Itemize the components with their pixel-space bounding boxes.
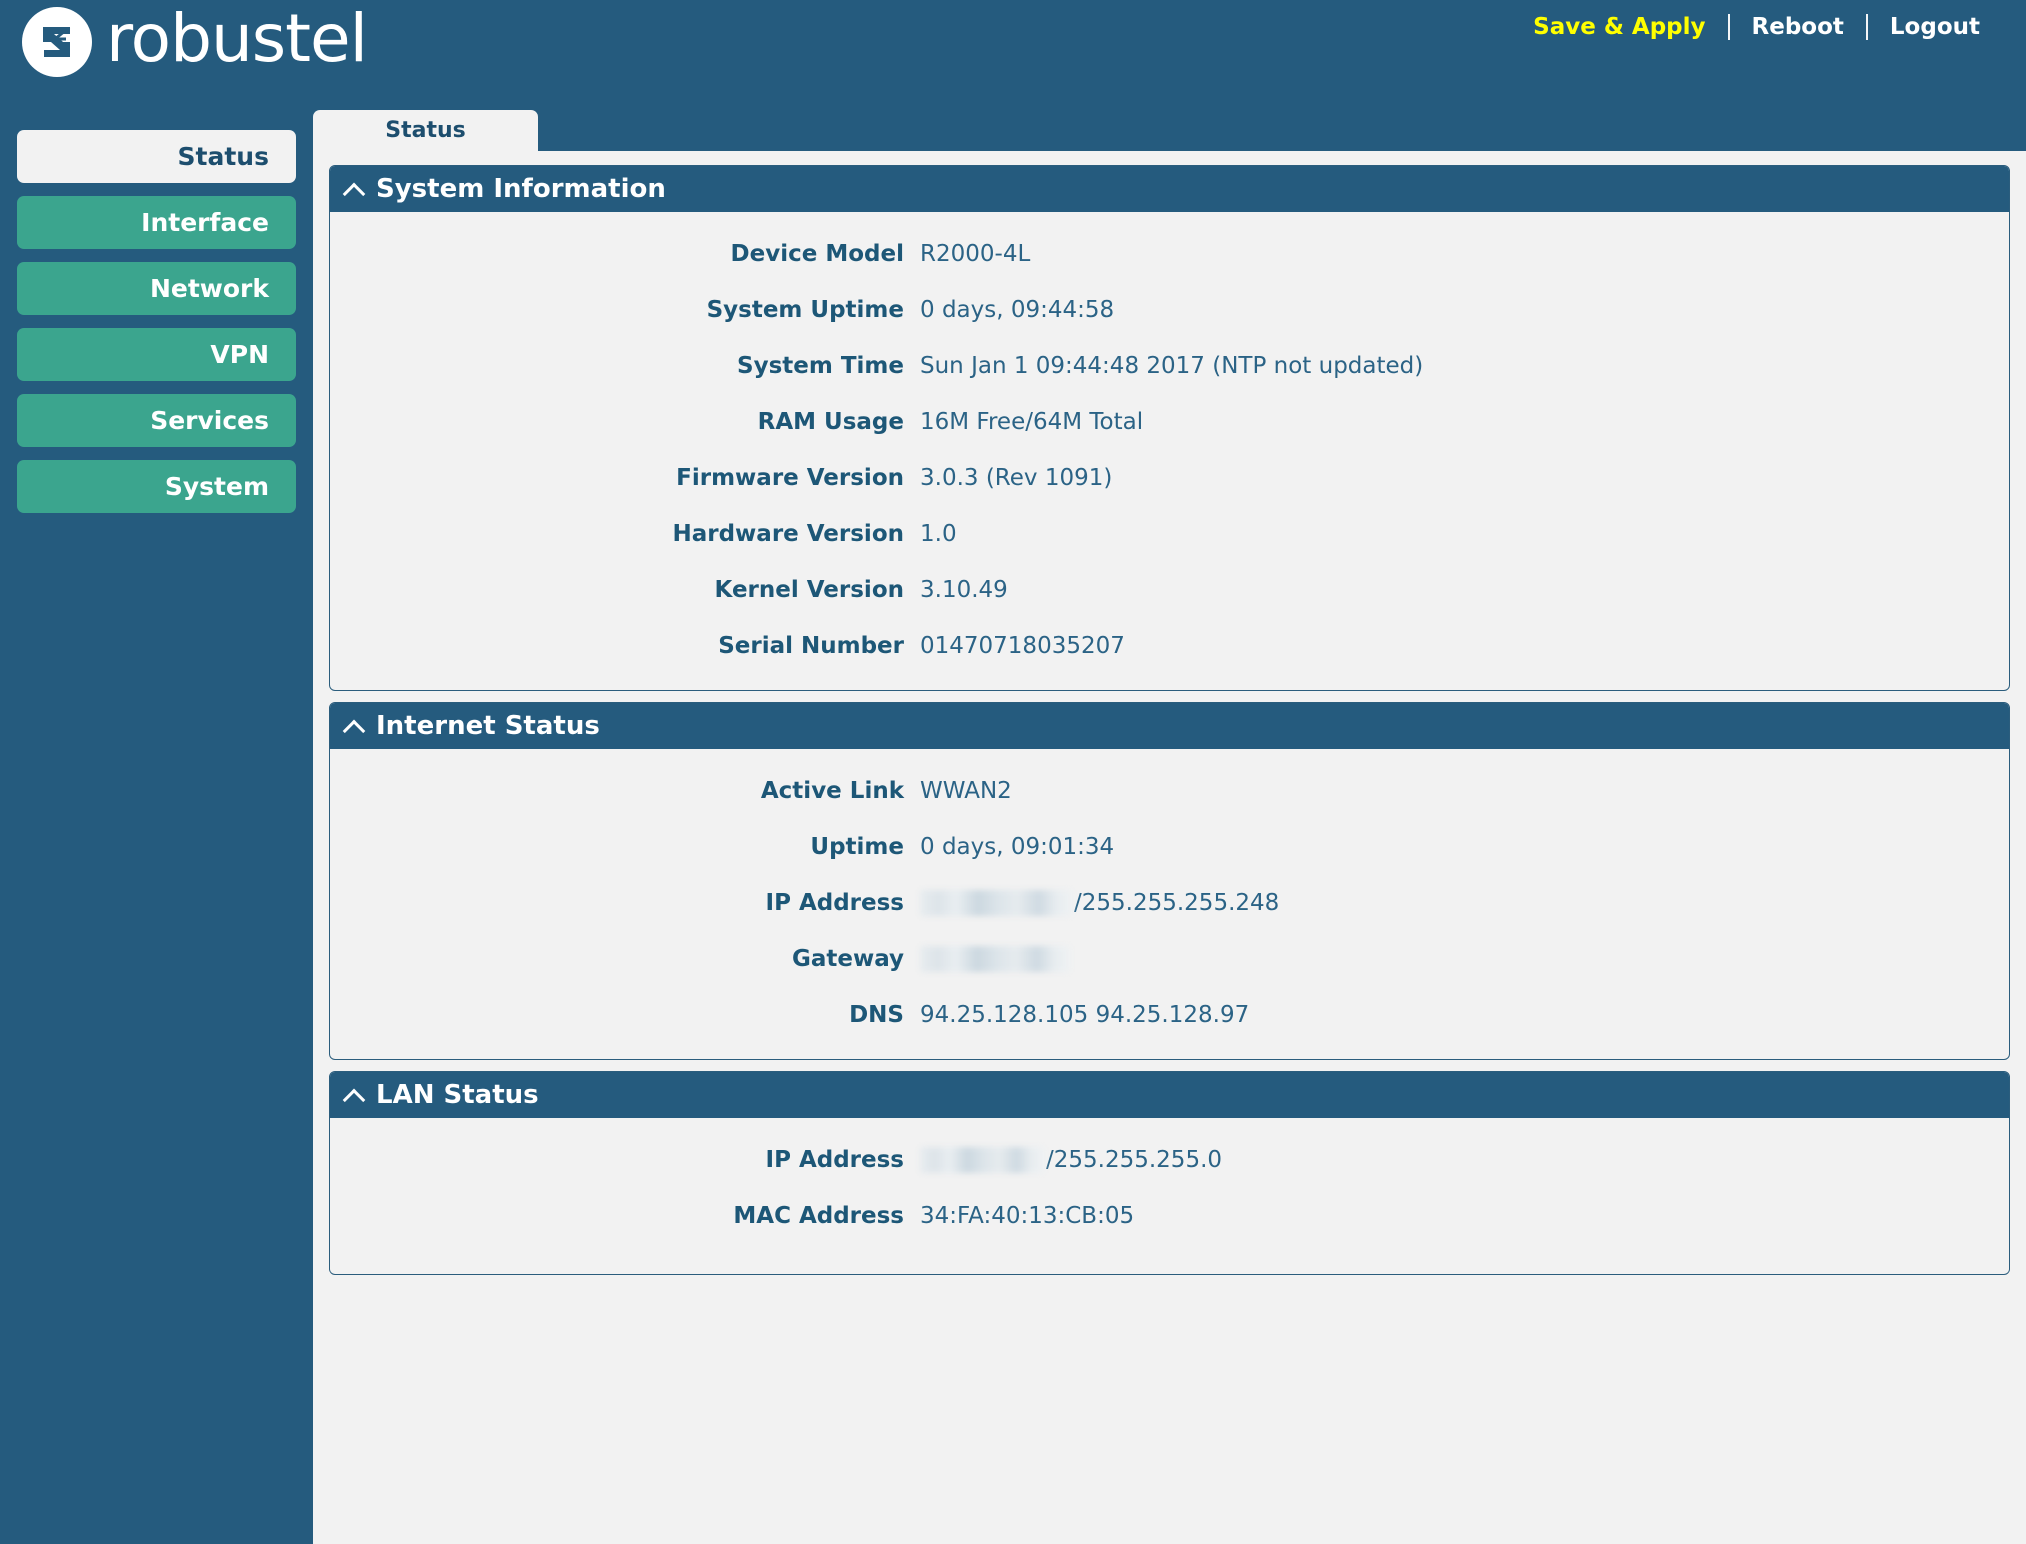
sidebar-nav: Status Interface Network VPN Services Sy… — [0, 110, 313, 1544]
info-row-gateway: Gateway — [330, 931, 2009, 987]
tab-bar: Status — [313, 110, 2026, 151]
info-row-wan-ip-address: IP Address /255.255.255.248 — [330, 875, 2009, 931]
brand-logo: robustel — [22, 0, 368, 78]
info-row-ram-usage: RAM Usage 16M Free/64M Total — [330, 394, 2009, 450]
row-label: DNS — [849, 1002, 904, 1028]
sidebar-item-vpn[interactable]: VPN — [17, 328, 296, 381]
header-actions: Save & Apply Reboot Logout — [1511, 14, 2002, 40]
panel-header-lan-status[interactable]: LAN Status — [330, 1072, 2009, 1118]
row-label: Device Model — [730, 241, 904, 267]
redacted-lan-ip-value — [920, 1147, 1044, 1173]
header-divider — [1865, 14, 1868, 40]
row-label: Active Link — [760, 778, 904, 804]
sidebar-item-network[interactable]: Network — [17, 262, 296, 315]
row-label: Uptime — [810, 834, 904, 860]
info-row-firmware-version: Firmware Version 3.0.3 (Rev 1091) — [330, 450, 2009, 506]
row-label: Gateway — [791, 946, 904, 972]
panel-bottom-spacer — [330, 1244, 2009, 1258]
row-label: System Uptime — [706, 297, 904, 323]
info-row-system-uptime: System Uptime 0 days, 09:44:58 — [330, 282, 2009, 338]
save-and-apply-link[interactable]: Save & Apply — [1511, 14, 1727, 40]
row-value: 0 days, 09:44:58 — [920, 297, 1115, 323]
row-value: R2000-4L — [920, 241, 1031, 267]
row-label: Kernel Version — [714, 577, 904, 603]
row-value: 3.10.49 — [920, 577, 1008, 603]
row-value: 34:FA:40:13:CB:05 — [920, 1203, 1135, 1229]
info-row-kernel-version: Kernel Version 3.10.49 — [330, 562, 2009, 618]
row-value-wrap: /255.255.255.248 — [920, 890, 1279, 916]
row-label: System Time — [737, 353, 904, 379]
row-value-wrap — [920, 946, 1072, 972]
panel-title: LAN Status — [376, 1080, 539, 1110]
panel-header-system-information[interactable]: System Information — [330, 166, 2009, 212]
row-label: Firmware Version — [676, 465, 904, 491]
info-row-lan-ip-address: IP Address /255.255.255.0 — [330, 1132, 2009, 1188]
sidebar-item-system[interactable]: System — [17, 460, 296, 513]
robustel-logo-icon — [22, 7, 92, 77]
row-label: IP Address — [765, 890, 904, 916]
chevron-up-icon[interactable] — [344, 1085, 364, 1105]
row-label: Serial Number — [718, 633, 904, 659]
row-value: 0 days, 09:01:34 — [920, 834, 1115, 860]
panel-body-internet-status: Active Link WWAN2 Uptime 0 days, 09:01:3… — [330, 749, 2009, 1059]
sidebar-item-status[interactable]: Status — [17, 130, 296, 183]
panel-title: Internet Status — [376, 711, 600, 741]
sidebar-item-interface[interactable]: Interface — [17, 196, 296, 249]
app-shell: Status Status Interface Network VPN Serv… — [0, 110, 2026, 1544]
header-divider — [1727, 14, 1730, 40]
info-row-active-link: Active Link WWAN2 — [330, 763, 2009, 819]
panel-body-system-information: Device Model R2000-4L System Uptime 0 da… — [330, 212, 2009, 690]
logout-link[interactable]: Logout — [1868, 14, 2002, 40]
panel-body-lan-status: IP Address /255.255.255.0 MAC Address 34… — [330, 1118, 2009, 1274]
info-row-uptime: Uptime 0 days, 09:01:34 — [330, 819, 2009, 875]
sidebar-item-services[interactable]: Services — [17, 394, 296, 447]
row-label: IP Address — [765, 1147, 904, 1173]
row-value: /255.255.255.0 — [1046, 1147, 1223, 1173]
tab-status[interactable]: Status — [313, 110, 538, 151]
info-row-serial-number: Serial Number 01470718035207 — [330, 618, 2009, 674]
panel-header-internet-status[interactable]: Internet Status — [330, 703, 2009, 749]
panel-lan-status: LAN Status IP Address /255.255.255.0 MAC… — [329, 1071, 2010, 1275]
info-row-system-time: System Time Sun Jan 1 09:44:48 2017 (NTP… — [330, 338, 2009, 394]
row-value: 01470718035207 — [920, 633, 1125, 659]
row-label: MAC Address — [733, 1203, 904, 1229]
reboot-link[interactable]: Reboot — [1730, 14, 1866, 40]
row-value: 3.0.3 (Rev 1091) — [920, 465, 1113, 491]
app-header: robustel Save & Apply Reboot Logout — [0, 0, 2026, 110]
panel-internet-status: Internet Status Active Link WWAN2 Uptime… — [329, 702, 2010, 1060]
info-row-hardware-version: Hardware Version 1.0 — [330, 506, 2009, 562]
row-value-wrap: /255.255.255.0 — [920, 1147, 1222, 1173]
row-label: RAM Usage — [757, 409, 904, 435]
main-content: System Information Device Model R2000-4L… — [313, 151, 2026, 1544]
row-value: Sun Jan 1 09:44:48 2017 (NTP not updated… — [920, 353, 1424, 379]
brand-name: robustel — [106, 0, 368, 77]
row-value: 1.0 — [920, 521, 957, 547]
redacted-gateway-value — [920, 946, 1070, 972]
redacted-ip-value — [920, 890, 1072, 916]
info-row-device-model: Device Model R2000-4L — [330, 226, 2009, 282]
panel-system-information: System Information Device Model R2000-4L… — [329, 165, 2010, 691]
chevron-up-icon[interactable] — [344, 179, 364, 199]
row-value: 94.25.128.105 94.25.128.97 — [920, 1002, 1250, 1028]
row-label: Hardware Version — [672, 521, 904, 547]
info-row-dns: DNS 94.25.128.105 94.25.128.97 — [330, 987, 2009, 1043]
row-value: 16M Free/64M Total — [920, 409, 1144, 435]
info-row-mac-address: MAC Address 34:FA:40:13:CB:05 — [330, 1188, 2009, 1244]
row-value: /255.255.255.248 — [1074, 890, 1280, 916]
chevron-up-icon[interactable] — [344, 716, 364, 736]
row-value: WWAN2 — [920, 778, 1012, 804]
panel-title: System Information — [376, 174, 666, 204]
